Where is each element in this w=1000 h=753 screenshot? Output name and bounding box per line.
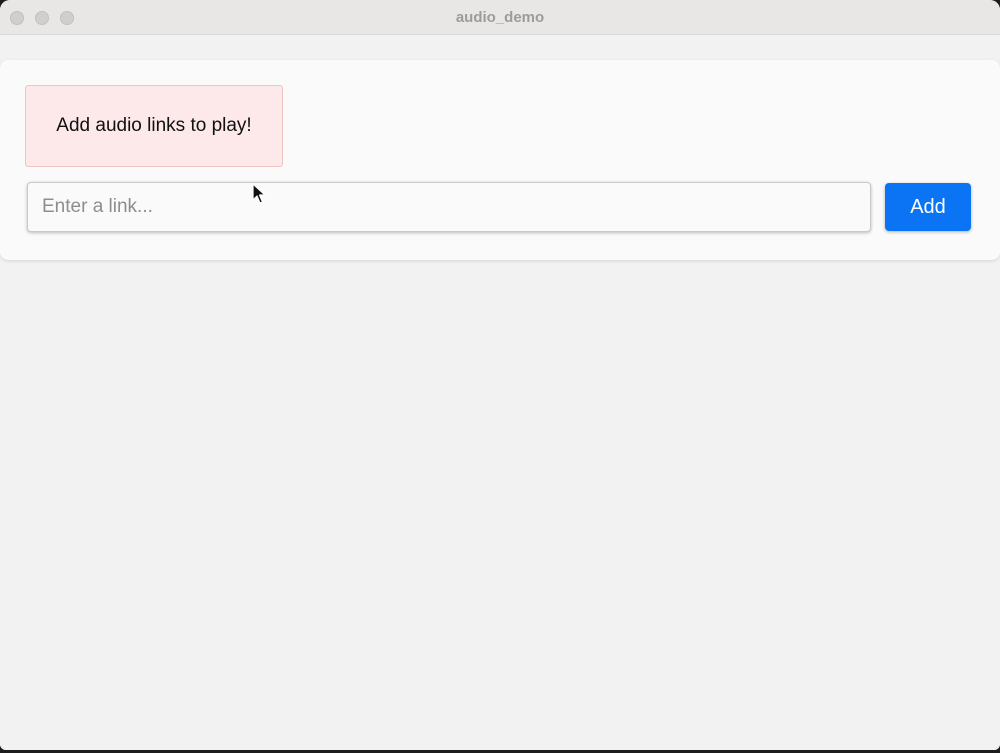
title-bar[interactable]: audio_demo <box>0 0 1000 35</box>
link-input[interactable] <box>27 182 871 232</box>
player-card: Add audio links to play! Add <box>0 60 1000 260</box>
window-content: Add audio links to play! Add <box>0 36 1000 750</box>
add-button[interactable]: Add <box>885 183 971 231</box>
app-window: audio_demo Add audio links to play! Add <box>0 0 1000 750</box>
window-title: audio_demo <box>455 9 545 26</box>
empty-playlist-notice: Add audio links to play! <box>25 85 283 167</box>
